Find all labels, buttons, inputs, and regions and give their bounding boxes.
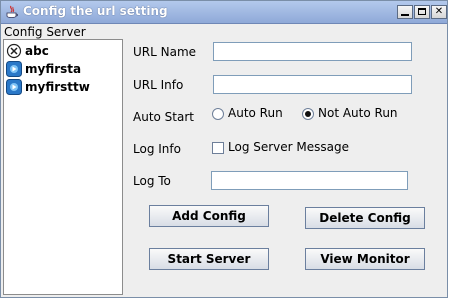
delete-config-button[interactable]: Delete Config	[305, 207, 425, 229]
log-server-message-label[interactable]: Log Server Message	[228, 140, 349, 154]
log-server-message-checkbox[interactable]	[212, 142, 224, 154]
url-info-label: URL Info	[133, 78, 184, 92]
title-bar[interactable]: Config the url setting ✕	[1, 1, 447, 24]
maximize-button[interactable]	[414, 5, 430, 19]
log-info-label: Log Info	[133, 142, 181, 156]
view-monitor-button[interactable]: View Monitor	[305, 248, 425, 270]
url-name-label: URL Name	[133, 45, 197, 59]
tree-header: Config Server	[4, 25, 86, 39]
minimize-icon	[401, 14, 409, 16]
url-name-input[interactable]	[213, 42, 412, 61]
log-to-label: Log To	[133, 174, 171, 188]
running-server-icon	[6, 61, 22, 77]
running-server-icon	[6, 79, 22, 95]
tree-item-label: myfirsta	[25, 62, 82, 76]
stopped-server-icon	[6, 43, 22, 59]
auto-start-label: Auto Start	[133, 110, 194, 124]
app-window: Config the url setting ✕ Config Server a…	[0, 0, 448, 298]
window-title: Config the url setting	[23, 4, 168, 18]
tree-item-label: myfirsttw	[25, 80, 90, 94]
minimize-button[interactable]	[397, 5, 413, 19]
auto-run-radio[interactable]	[212, 108, 224, 120]
tree-item-label: abc	[25, 44, 49, 58]
start-server-button[interactable]: Start Server	[149, 248, 269, 270]
url-info-input[interactable]	[213, 75, 412, 94]
auto-run-label[interactable]: Auto Run	[228, 106, 283, 120]
log-to-input[interactable]	[211, 171, 408, 190]
close-button[interactable]: ✕	[431, 5, 447, 19]
java-app-icon	[6, 5, 18, 18]
add-config-button[interactable]: Add Config	[149, 205, 269, 227]
maximize-icon	[418, 8, 426, 15]
not-auto-run-label[interactable]: Not Auto Run	[318, 106, 398, 120]
server-tree[interactable]: abc myfirsta myfirsttw	[3, 39, 123, 295]
not-auto-run-radio[interactable]	[302, 108, 314, 120]
close-icon: ✕	[434, 6, 444, 17]
